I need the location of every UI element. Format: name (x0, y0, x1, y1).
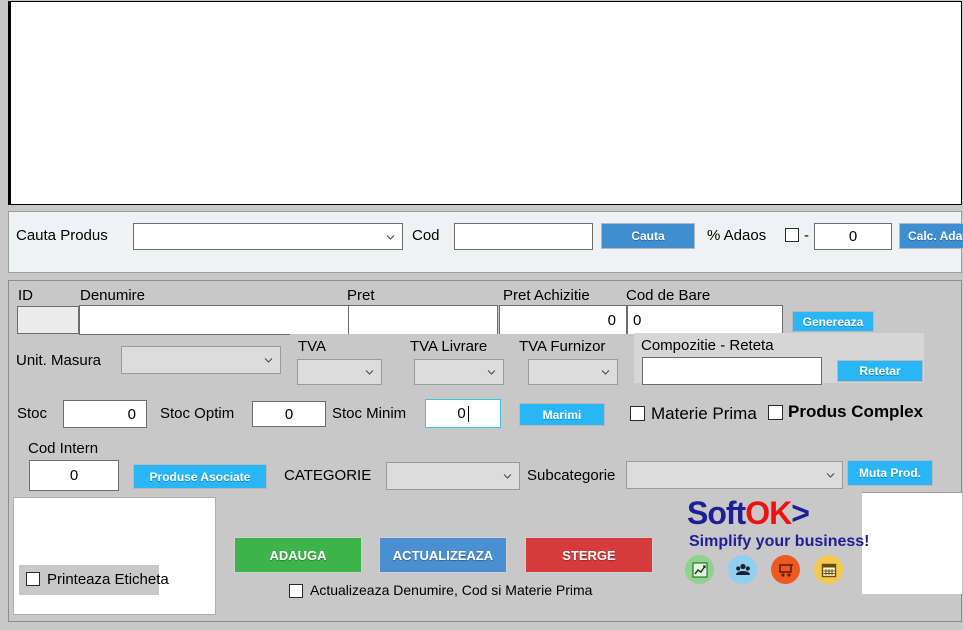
categorie-label: CATEGORIE (284, 467, 372, 484)
chevron-down-icon (503, 472, 512, 481)
product-form-panel: ID Denumire Pret Pret Achizitie Cod de B… (8, 280, 962, 622)
calc-adaos-button[interactable]: Calc. Adaos (899, 223, 963, 249)
sterge-button[interactable]: STERGE (525, 537, 653, 573)
product-management-window: Cauta Produs Cod Cauta % Adaos - 0 Calc.… (0, 0, 963, 630)
logo-tagline: Simplify your business! (689, 533, 870, 550)
produs-complex-label: Produs Complex (788, 402, 924, 421)
logo-chevron-text: > (791, 495, 810, 531)
chevron-down-icon (487, 368, 496, 377)
logo-icon-row (685, 555, 843, 584)
categorie-group: CATEGORIE (277, 457, 527, 495)
compozitie-reteta-label: Compozitie - Reteta (641, 337, 774, 354)
categorie-combo[interactable] (386, 462, 520, 490)
panel-left-rail (9, 2, 11, 204)
pret-achizitie-label: Pret Achizitie (503, 287, 590, 304)
produse-asociate-button[interactable]: Produse Asociate (133, 464, 267, 489)
materie-prima-label: Materie Prima (651, 404, 757, 423)
id-label: ID (18, 287, 33, 304)
stoc-group: Stoc 0 (11, 397, 147, 429)
chevron-down-icon (264, 356, 273, 365)
cod-de-bare-label: Cod de Bare (626, 287, 711, 304)
tva-combo[interactable] (297, 359, 382, 385)
softok-logo: SoftOK> Simplify your business! (679, 495, 869, 587)
actualizeaza-button[interactable]: ACTUALIZEAZA (379, 537, 507, 573)
cauta-produs-combo[interactable] (133, 223, 403, 250)
cod-input[interactable] (454, 223, 593, 250)
stoc-minim-field[interactable]: 0 (425, 399, 501, 428)
denumire-label: Denumire (80, 287, 146, 304)
tva-furnizor-label: TVA Furnizor (519, 338, 606, 355)
materie-prima-group: Materie Prima (621, 397, 759, 431)
tva-group: TVA TVA Livrare TVA Furnizor (290, 334, 638, 385)
stoc-optim-label: Stoc Optim (160, 405, 235, 422)
compozitie-reteta-group: Compozitie - Reteta Retetar (634, 333, 924, 385)
muta-prod-button[interactable]: Muta Prod. (847, 460, 933, 486)
bottom-right-white-panel (862, 492, 962, 594)
pret-label: Pret (347, 287, 375, 304)
pret-field[interactable] (348, 305, 498, 335)
printeaza-eticheta-group: Printeaza Eticheta (19, 565, 169, 595)
adaos-value-input[interactable]: 0 (814, 223, 892, 250)
stoc-minim-value: 0 (457, 405, 466, 422)
genereaza-button[interactable]: Genereaza (792, 311, 874, 332)
stoc-minim-label: Stoc Minim (332, 405, 407, 422)
printeaza-eticheta-label: Printeaza Eticheta (47, 571, 169, 588)
chart-icon (685, 555, 714, 584)
tva-furnizor-combo[interactable] (528, 359, 618, 385)
product-list-panel[interactable] (8, 1, 962, 205)
cod-label: Cod (412, 227, 440, 244)
unit-masura-label: Unit. Masura (16, 352, 102, 369)
cod-intern-label: Cod Intern (28, 440, 99, 457)
adaos-dash: - (804, 227, 809, 244)
materie-prima-checkbox[interactable] (630, 406, 645, 421)
search-toolbar: Cauta Produs Cod Cauta % Adaos - 0 Calc.… (8, 211, 963, 273)
adauga-button[interactable]: ADAUGA (234, 537, 362, 573)
actualizeaza-denumire-checkbox[interactable] (289, 584, 303, 598)
chevron-down-icon (386, 232, 395, 241)
produs-complex-checkbox[interactable] (768, 405, 783, 420)
stoc-field[interactable]: 0 (63, 400, 147, 428)
logo-wordmark: SoftOK> (687, 495, 810, 531)
retetar-button[interactable]: Retetar (837, 360, 923, 382)
unit-masura-combo[interactable] (121, 346, 281, 374)
unit-masura-group: Unit. Masura (11, 341, 289, 379)
chevron-down-icon (365, 368, 374, 377)
chevron-down-icon (826, 471, 835, 480)
cod-intern-group: Cod Intern 0 (22, 436, 130, 494)
adaos-checkbox[interactable] (785, 228, 799, 242)
cauta-button[interactable]: Cauta (601, 223, 695, 249)
cart-icon (771, 555, 800, 584)
id-field[interactable] (17, 306, 79, 334)
stoc-minim-group: Stoc Minim 0 (327, 397, 506, 429)
subcategorie-label: Subcategorie (527, 467, 616, 484)
produs-complex-group: Produs Complex (762, 397, 932, 431)
chevron-down-icon (601, 368, 610, 377)
compozitie-field[interactable] (642, 357, 822, 385)
stoc-label: Stoc (17, 405, 48, 422)
cauta-produs-label: Cauta Produs (16, 227, 108, 244)
people-icon (728, 555, 757, 584)
logo-ok-text: OK (745, 495, 792, 531)
logo-soft-text: Soft (687, 495, 746, 531)
subcategorie-combo[interactable] (626, 461, 843, 489)
marimi-button[interactable]: Marimi (519, 403, 605, 426)
cod-intern-field[interactable]: 0 (29, 460, 119, 491)
actualizeaza-denumire-label: Actualizeaza Denumire, Cod si Materie Pr… (310, 582, 593, 598)
printeaza-eticheta-checkbox[interactable] (26, 572, 40, 586)
calendar-icon (814, 555, 843, 584)
pret-achizitie-field[interactable]: 0 (499, 305, 627, 335)
tva-label: TVA (298, 338, 327, 355)
adaos-label: % Adaos (707, 227, 767, 244)
tva-livrare-combo[interactable] (414, 359, 504, 385)
text-cursor (467, 405, 469, 422)
cod-de-bare-field[interactable]: 0 (627, 305, 783, 335)
denumire-field[interactable] (79, 305, 349, 335)
bottom-left-white-panel (13, 497, 216, 615)
stoc-optim-group: Stoc Optim 0 (155, 397, 327, 429)
tva-livrare-label: TVA Livrare (410, 338, 488, 355)
stoc-optim-field[interactable]: 0 (252, 401, 326, 427)
